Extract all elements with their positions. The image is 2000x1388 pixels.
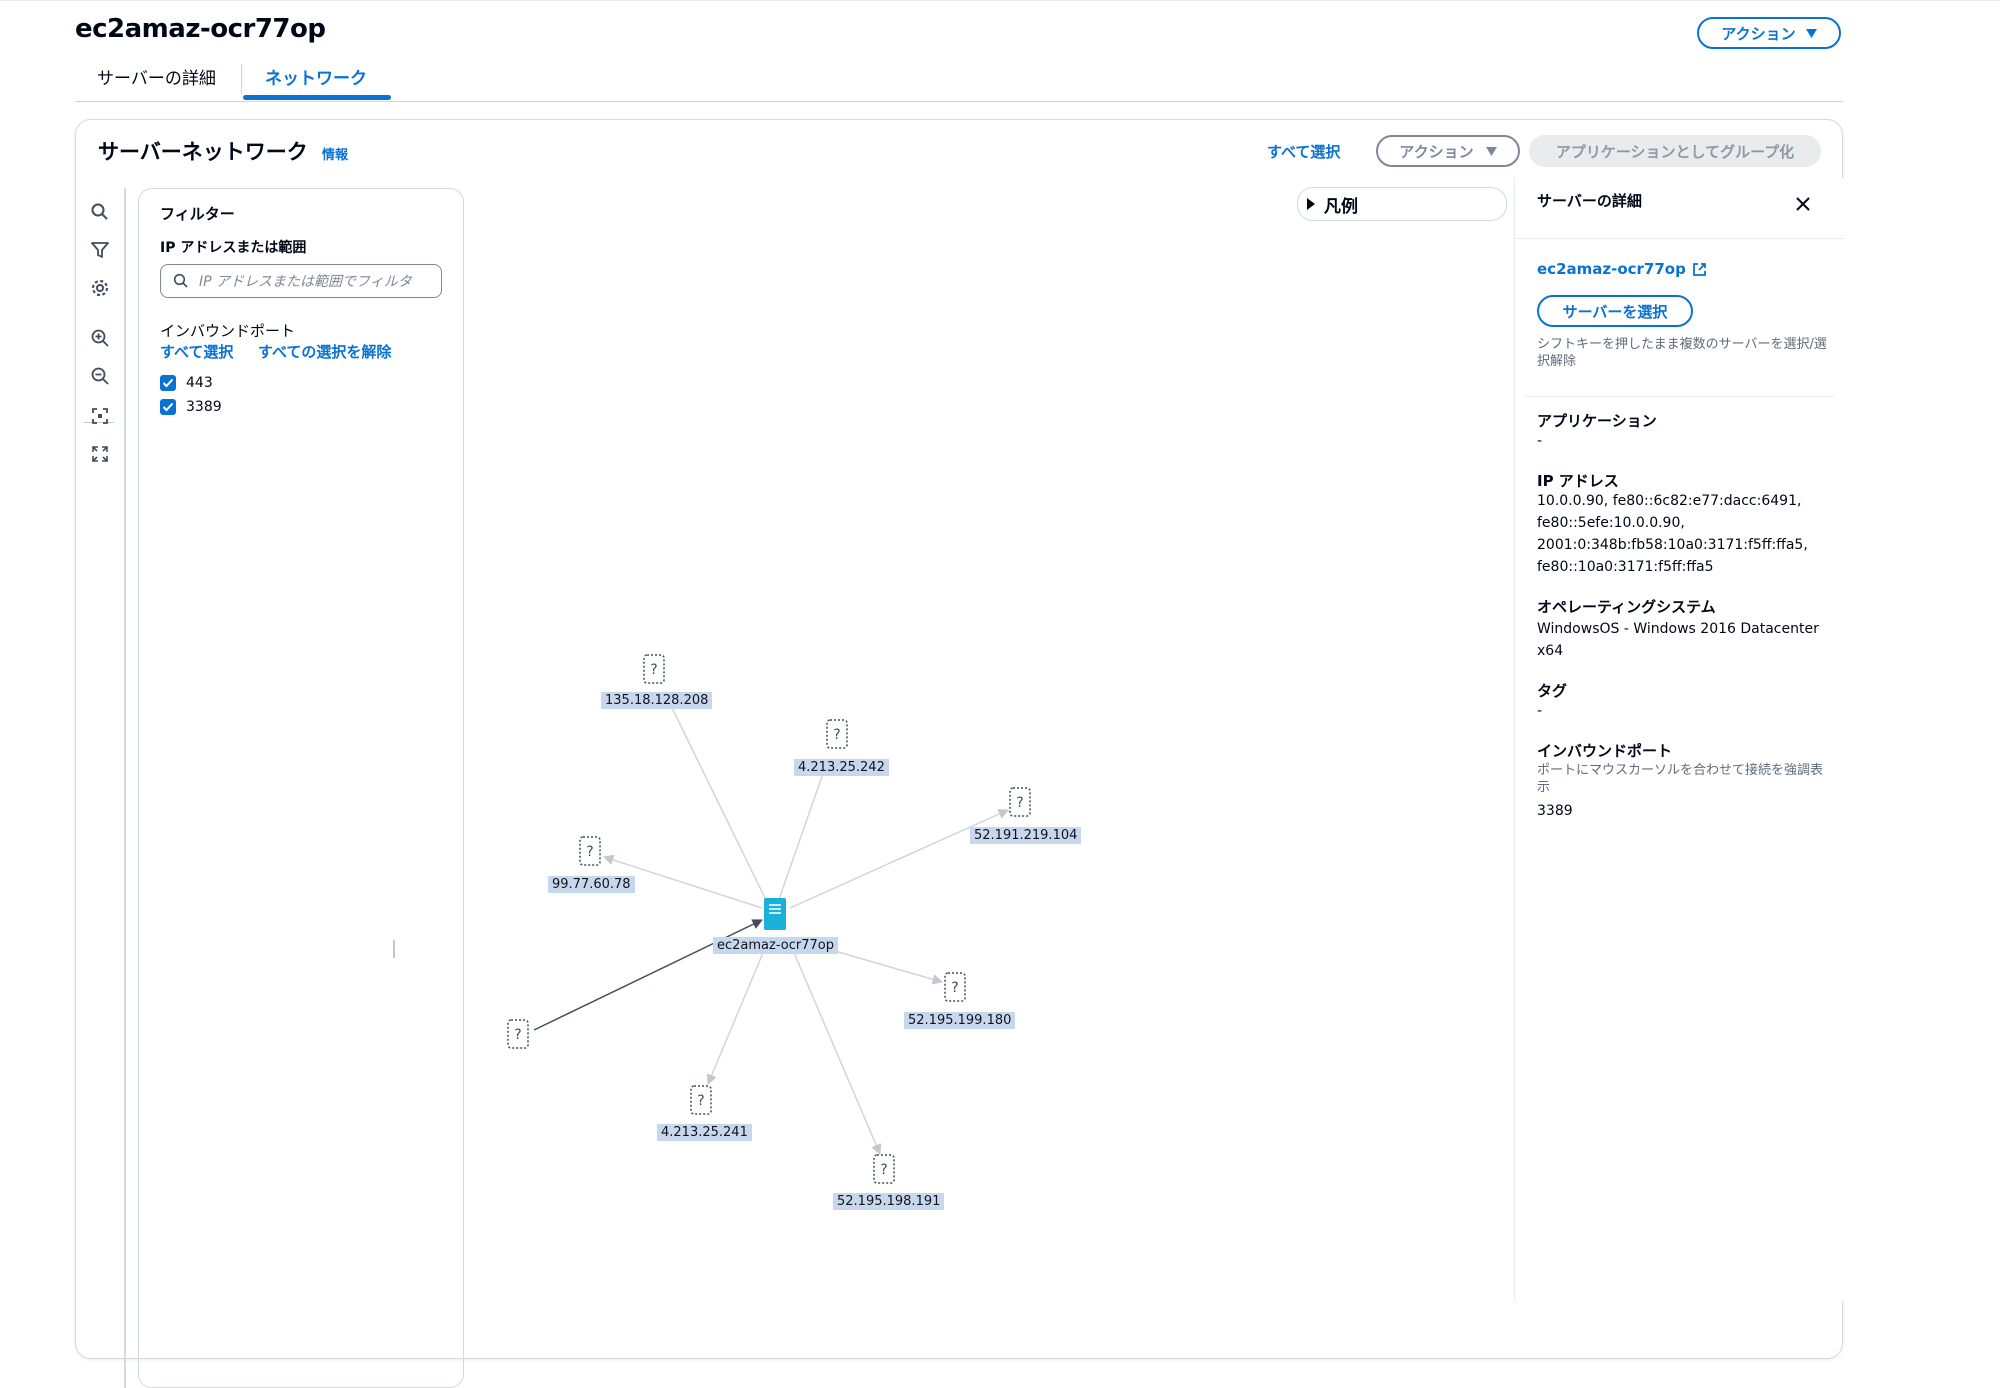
ports-select-all-link[interactable]: すべて選択 [160,341,233,362]
os-label: オペレーティングシステム [1537,598,1716,616]
filter-icon[interactable] [90,240,110,260]
legend-label: 凡例 [1324,196,1358,217]
server-node-label[interactable]: ec2amaz-ocr77op [713,937,838,954]
ip-address-line: fe80::10a0:3171:f5ff:ffa5 [1537,559,1714,575]
settings-icon[interactable] [90,278,110,298]
node-label[interactable]: 52.195.199.180 [904,1012,1016,1029]
select-hint: シフトキーを押したまま複数のサーバーを選択/選択解除 [1537,337,1827,369]
svg-text:?: ? [514,1027,521,1043]
filter-panel: フィルター IP アドレスまたは範囲 インバウンドポート すべて選択 すべての選… [138,188,464,1388]
zoom-in-icon[interactable] [90,328,110,348]
server-link-text: ec2amaz-ocr77op [1537,260,1686,278]
server-icon [764,898,786,930]
tab-server-details[interactable]: サーバーの詳細 [97,64,216,94]
svg-text:?: ? [650,662,657,678]
inbound-ports-value: 3389 [1537,803,1573,819]
node-label[interactable]: 135.18.128.208 [601,692,713,709]
unknown-host-icon[interactable]: ? [579,836,601,870]
node-label[interactable]: 4.213.25.241 [657,1124,752,1141]
info-link[interactable]: 情報 [322,144,348,163]
tab-bar: サーバーの詳細 ネットワーク [75,58,1843,102]
ip-filter-input[interactable] [197,269,439,295]
active-tab-indicator [243,95,391,100]
node-label[interactable]: 99.77.60.78 [548,876,635,893]
node-label[interactable]: 4.213.25.242 [794,759,889,776]
unknown-host-icon[interactable]: ? [873,1154,895,1188]
svg-text:?: ? [1016,795,1023,811]
ip-address-line: 10.0.0.90, fe80::6c82:e77:dacc:6491, [1537,493,1802,509]
top-divider [0,0,2000,5]
svg-text:?: ? [951,980,958,996]
tags-label: タグ [1537,682,1568,700]
zoom-out-icon[interactable] [90,366,110,386]
ip-filter-label: IP アドレスまたは範囲 [160,240,307,256]
fit-view-icon[interactable] [90,406,110,426]
group-as-application-button[interactable]: アプリケーションとしてグループ化 [1529,135,1821,167]
caret-right-icon [1307,198,1315,210]
inbound-ports-hint: ポートにマウスカーソルを合わせて接続を強調表示 [1537,763,1824,795]
node-label[interactable]: 52.191.219.104 [970,827,1082,844]
server-details-panel: サーバーの詳細 ec2amaz-ocr77op サーバーを選択 シフトキーを押し… [1514,178,1844,1301]
svg-text:?: ? [586,844,593,860]
details-divider [1525,396,1834,397]
port-3389-label: 3389 [186,399,222,415]
section-title: サーバーネットワーク [98,140,308,164]
select-server-button[interactable]: サーバーを選択 [1537,295,1693,327]
unknown-host-icon[interactable]: ? [1009,787,1031,821]
ports-deselect-all-link[interactable]: すべての選択を解除 [258,341,391,362]
network-actions-button[interactable]: アクション [1376,135,1520,167]
ip-address-line: 2001:0:348b:fb58:10a0:3171:f5ff:ffa5, [1537,537,1808,553]
svg-text:?: ? [697,1093,704,1109]
check-icon [162,402,174,412]
caret-down-icon [1485,146,1497,156]
tab-network[interactable]: ネットワーク [265,64,367,94]
os-value: WindowsOS - Windows 2016 Datacenter x64 [1537,621,1819,659]
actions-dropdown-button[interactable]: アクション [1697,17,1841,49]
unknown-host-icon[interactable]: ? [944,972,966,1006]
filter-title: フィルター [160,205,235,223]
network-actions-label: アクション [1399,142,1474,161]
check-icon [162,378,174,388]
svg-text:?: ? [880,1162,887,1178]
unknown-host-icon[interactable]: ? [643,654,665,688]
application-value: - [1537,433,1543,449]
svg-text:?: ? [833,727,840,743]
port-option-3389: 3389 [160,399,222,415]
inbound-ports-label: インバウンドポート [1537,742,1673,760]
unknown-host-icon[interactable]: ? [507,1019,529,1053]
server-link[interactable]: ec2amaz-ocr77op [1537,260,1707,278]
port-443-checkbox[interactable] [160,375,176,391]
caret-down-icon [1805,28,1817,38]
ip-filter-field[interactable] [160,264,442,298]
server-node[interactable] [764,898,786,934]
details-title: サーバーの詳細 [1537,192,1642,210]
application-label: アプリケーション [1537,412,1657,430]
tags-value: - [1537,703,1543,719]
unknown-host-icon[interactable]: ? [826,719,848,753]
search-icon[interactable] [90,202,110,222]
port-3389-checkbox[interactable] [160,399,176,415]
port-option-443: 443 [160,375,213,391]
inbound-ports-label: インバウンドポート [160,322,296,340]
external-link-icon [1692,262,1706,276]
ip-address-line: fe80::5efe:10.0.0.90, [1537,515,1685,531]
select-all-link[interactable]: すべて選択 [1267,141,1340,162]
node-label[interactable]: 52.195.198.191 [833,1193,945,1210]
details-divider [1515,238,1844,239]
unknown-host-icon[interactable]: ? [690,1085,712,1119]
actions-label: アクション [1721,24,1796,43]
graph-toolbar [76,188,126,1388]
search-icon [173,273,188,288]
panel-resize-handle[interactable] [393,940,395,958]
page-title: ec2amaz-ocr77op [75,14,326,44]
legend-toggle[interactable]: 凡例 [1297,187,1507,221]
ip-address-label: IP アドレス [1537,472,1619,490]
expand-icon[interactable] [90,444,110,464]
close-icon[interactable] [1795,196,1811,216]
tab-separator [241,64,242,94]
port-443-label: 443 [186,375,213,391]
